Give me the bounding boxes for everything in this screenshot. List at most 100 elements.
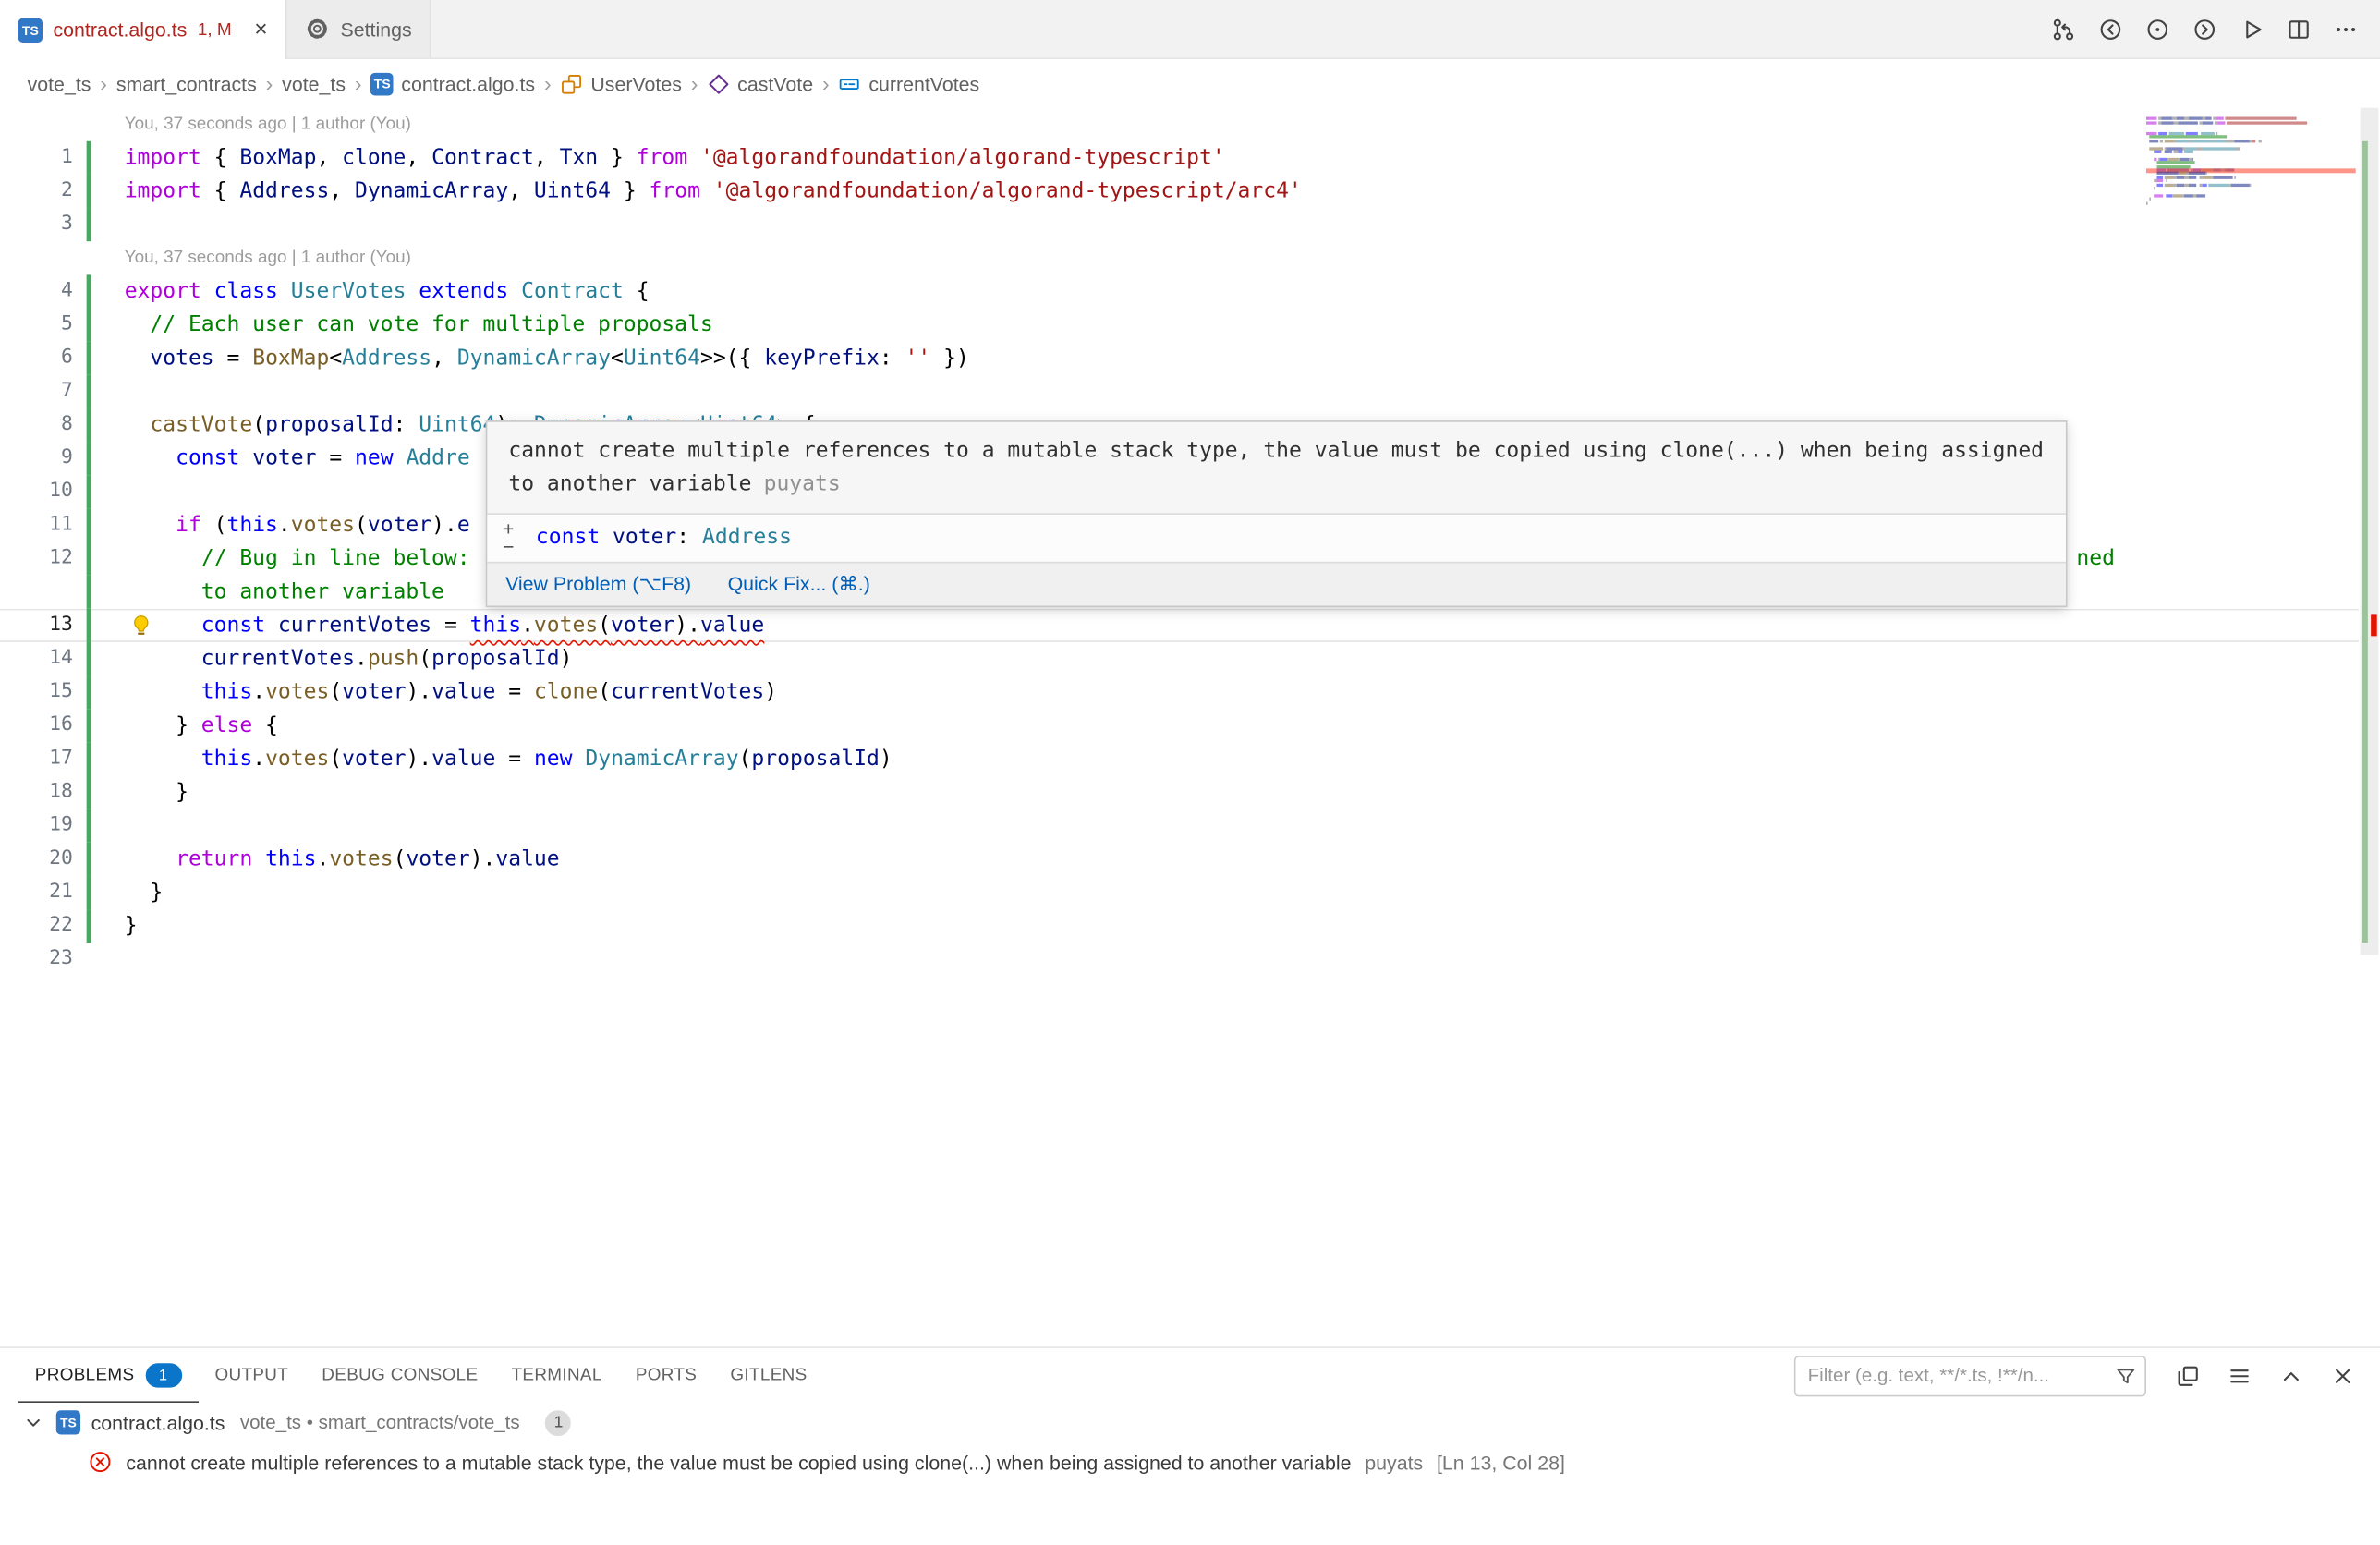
line-number[interactable]: 23 bbox=[0, 943, 73, 976]
code-line[interactable]: 16 } else { bbox=[0, 709, 2359, 742]
line-number[interactable]: 6 bbox=[0, 342, 73, 375]
git-change-indicator[interactable] bbox=[87, 542, 91, 576]
breadcrumb-item-smart-contracts[interactable]: smart_contracts bbox=[116, 72, 257, 95]
line-number[interactable]: 16 bbox=[0, 709, 73, 742]
problems-filter-input[interactable] bbox=[1795, 1365, 2144, 1386]
decrease-verbosity-button[interactable]: − bbox=[500, 539, 518, 554]
line-number[interactable]: 5 bbox=[0, 309, 73, 342]
increase-verbosity-button[interactable]: + bbox=[500, 521, 518, 536]
code-line[interactable]: 21 } bbox=[0, 876, 2359, 909]
code-line[interactable]: 19 bbox=[0, 809, 2359, 843]
line-number[interactable]: 8 bbox=[0, 408, 73, 442]
tab-settings[interactable]: Settings bbox=[287, 0, 431, 57]
line-number[interactable]: 2 bbox=[0, 175, 73, 208]
overview-ruler[interactable] bbox=[2359, 108, 2380, 1347]
git-change-indicator[interactable] bbox=[87, 375, 91, 408]
panel-tab-problems[interactable]: PROBLEMS1 bbox=[18, 1348, 199, 1403]
git-change-indicator[interactable] bbox=[87, 342, 91, 375]
code-line[interactable]: 6 votes = BoxMap<Address, DynamicArray<U… bbox=[0, 342, 2359, 375]
panel-tab-output[interactable]: OUTPUT bbox=[198, 1348, 305, 1403]
tab-contract-algo-ts[interactable]: TS contract.algo.ts 1, M × bbox=[0, 0, 287, 59]
line-number[interactable]: 17 bbox=[0, 742, 73, 775]
line-number[interactable]: 20 bbox=[0, 843, 73, 876]
git-change-indicator[interactable] bbox=[87, 809, 91, 843]
compare-changes-icon[interactable] bbox=[2043, 9, 2082, 49]
codelens[interactable]: You, 37 seconds ago | 1 author (You) bbox=[0, 241, 2359, 274]
code-editor[interactable]: You, 37 seconds ago | 1 author (You)1imp… bbox=[0, 108, 2380, 1347]
panel-tab-debug-console[interactable]: DEBUG CONSOLE bbox=[305, 1348, 494, 1403]
lightbulb-icon[interactable] bbox=[129, 614, 153, 638]
collapse-all-icon[interactable] bbox=[2168, 1356, 2207, 1395]
filter-icon[interactable] bbox=[2115, 1364, 2138, 1387]
breadcrumb-item-vote-ts[interactable]: vote_ts bbox=[28, 72, 91, 95]
codelens[interactable]: You, 37 seconds ago | 1 author (You) bbox=[0, 108, 2359, 141]
line-number[interactable]: 22 bbox=[0, 909, 73, 943]
line-number[interactable]: 3 bbox=[0, 208, 73, 241]
git-change-indicator[interactable] bbox=[87, 609, 91, 642]
panel-tab-gitlens[interactable]: GITLENS bbox=[713, 1348, 823, 1403]
line-number[interactable]: 4 bbox=[0, 274, 73, 308]
code-line[interactable]: 23 bbox=[0, 943, 2359, 976]
code-line[interactable]: 22} bbox=[0, 909, 2359, 943]
git-change-indicator[interactable] bbox=[87, 274, 91, 308]
breadcrumb-item-castvote[interactable]: castVote bbox=[707, 72, 813, 95]
close-panel-icon[interactable] bbox=[2323, 1356, 2362, 1395]
code-line[interactable]: 4export class UserVotes extends Contract… bbox=[0, 274, 2359, 308]
git-change-indicator[interactable] bbox=[87, 742, 91, 775]
code-line[interactable]: 7 bbox=[0, 375, 2359, 408]
code-line[interactable]: 1import { BoxMap, clone, Contract, Txn }… bbox=[0, 141, 2359, 175]
git-change-indicator[interactable] bbox=[87, 208, 91, 241]
code-line[interactable]: 20 return this.votes(voter).value bbox=[0, 843, 2359, 876]
code-line[interactable]: 15 this.votes(voter).value = clone(curre… bbox=[0, 675, 2359, 709]
code-line[interactable]: 5 // Each user can vote for multiple pro… bbox=[0, 309, 2359, 342]
git-change-indicator[interactable] bbox=[87, 408, 91, 442]
git-change-indicator[interactable] bbox=[87, 775, 91, 809]
git-change-indicator[interactable] bbox=[87, 442, 91, 475]
git-change-indicator[interactable] bbox=[87, 508, 91, 541]
line-number[interactable]: 18 bbox=[0, 775, 73, 809]
problems-file-row[interactable]: TS contract.algo.ts vote_ts • smart_cont… bbox=[0, 1403, 2380, 1442]
breadcrumb-item-currentvotes[interactable]: currentVotes bbox=[838, 72, 979, 95]
maximize-panel-icon[interactable] bbox=[2271, 1356, 2311, 1395]
line-number[interactable]: 15 bbox=[0, 675, 73, 709]
code-line[interactable]: 14 currentVotes.push(proposalId) bbox=[0, 642, 2359, 675]
git-change-indicator[interactable] bbox=[87, 675, 91, 709]
code-line[interactable]: 13 const currentVotes = this.votes(voter… bbox=[0, 609, 2359, 642]
line-number[interactable]: 19 bbox=[0, 809, 73, 843]
problem-row[interactable]: cannot create multiple references to a m… bbox=[0, 1442, 2380, 1482]
line-number[interactable]: 9 bbox=[0, 442, 73, 475]
breadcrumb-item-contract-algo-ts[interactable]: TScontract.algo.ts bbox=[370, 72, 535, 95]
breadcrumb-item-vote-ts[interactable]: vote_ts bbox=[282, 72, 346, 95]
code-line[interactable]: 2import { Address, DynamicArray, Uint64 … bbox=[0, 175, 2359, 208]
line-number[interactable]: 1 bbox=[0, 141, 73, 175]
git-change-indicator[interactable] bbox=[87, 843, 91, 876]
code-line[interactable]: 18 } bbox=[0, 775, 2359, 809]
view-problem-link[interactable]: View Problem (⌥F8) bbox=[505, 572, 691, 596]
git-change-indicator[interactable] bbox=[87, 642, 91, 675]
git-change-indicator[interactable] bbox=[87, 141, 91, 175]
quick-fix-link[interactable]: Quick Fix... (⌘.) bbox=[728, 572, 870, 596]
more-actions-icon[interactable] bbox=[2325, 9, 2365, 49]
git-change-indicator[interactable] bbox=[87, 309, 91, 342]
breadcrumb-item-uservotes[interactable]: UserVotes bbox=[560, 72, 681, 95]
minimap[interactable] bbox=[2146, 114, 2356, 371]
next-change-icon[interactable] bbox=[2184, 9, 2224, 49]
split-editor-icon[interactable] bbox=[2278, 9, 2318, 49]
code-line[interactable]: 3 bbox=[0, 208, 2359, 241]
open-changes-icon[interactable] bbox=[2137, 9, 2177, 49]
line-number[interactable]: 14 bbox=[0, 642, 73, 675]
git-change-indicator[interactable] bbox=[87, 909, 91, 943]
git-change-indicator[interactable] bbox=[87, 709, 91, 742]
line-number[interactable]: 21 bbox=[0, 876, 73, 909]
git-change-indicator[interactable] bbox=[87, 876, 91, 909]
previous-change-icon[interactable] bbox=[2090, 9, 2130, 49]
run-icon[interactable] bbox=[2231, 9, 2271, 49]
close-tab-icon[interactable]: × bbox=[254, 17, 267, 43]
line-number[interactable]: 7 bbox=[0, 375, 73, 408]
panel-tab-ports[interactable]: PORTS bbox=[619, 1348, 714, 1403]
panel-tab-terminal[interactable]: TERMINAL bbox=[494, 1348, 618, 1403]
code-line[interactable]: 17 this.votes(voter).value = new Dynamic… bbox=[0, 742, 2359, 775]
git-change-indicator[interactable] bbox=[87, 475, 91, 508]
git-change-indicator[interactable] bbox=[87, 175, 91, 208]
line-number[interactable]: 12 bbox=[0, 542, 73, 576]
